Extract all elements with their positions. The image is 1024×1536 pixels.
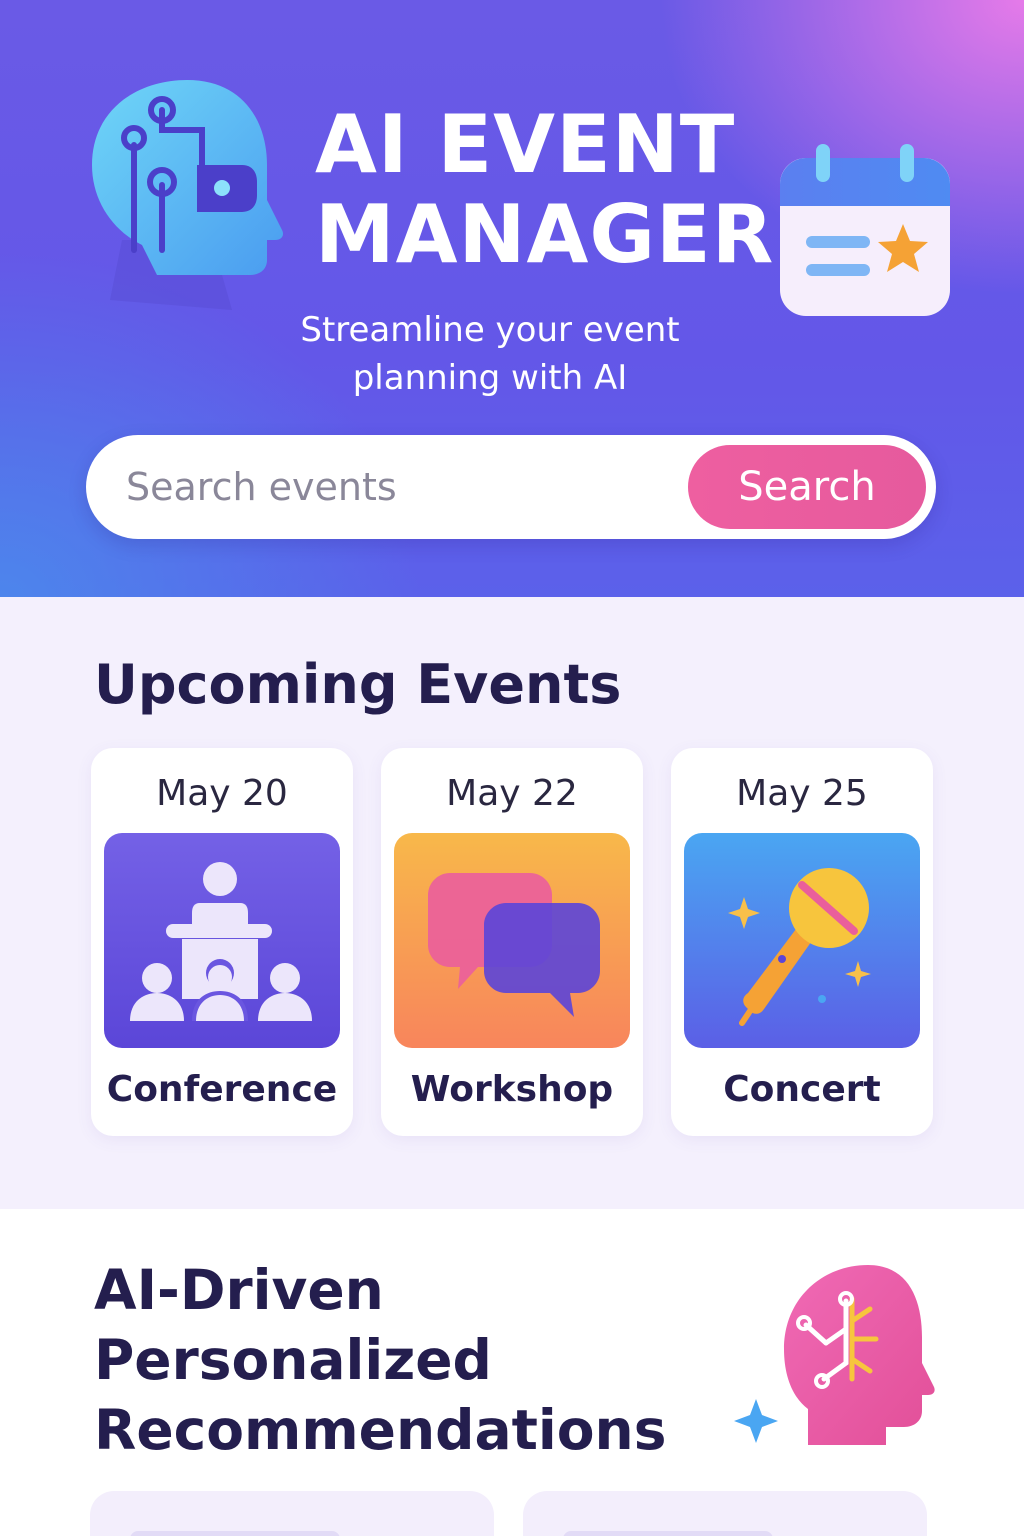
event-card-workshop[interactable]: May 22 Workshop bbox=[381, 748, 643, 1136]
search-bar: Search bbox=[86, 435, 936, 539]
search-button[interactable]: Search bbox=[684, 441, 930, 533]
recommendation-card[interactable] bbox=[90, 1491, 494, 1536]
event-date: May 25 bbox=[736, 773, 868, 814]
recommendation-placeholder bbox=[563, 1531, 773, 1536]
recommendations-section: AI-Driven Personalized Recommendations bbox=[0, 1209, 1024, 1536]
hero-header: AI EVENT MANAGER Streamline your event p… bbox=[0, 0, 1024, 597]
section-title-upcoming: Upcoming Events bbox=[94, 653, 622, 716]
upcoming-events-section: Upcoming Events May 20 Conference May 22… bbox=[0, 597, 1024, 1209]
ai-brain-icon bbox=[734, 1265, 935, 1445]
event-type-label: Workshop bbox=[410, 1069, 614, 1110]
app-subtitle: Streamline your event planning with AI bbox=[300, 310, 680, 398]
event-card-conference[interactable]: May 20 Conference bbox=[91, 748, 353, 1136]
event-type-label: Concert bbox=[723, 1069, 881, 1110]
conference-icon bbox=[104, 833, 340, 1048]
recommendation-placeholder bbox=[130, 1531, 340, 1536]
event-date: May 20 bbox=[156, 773, 288, 814]
event-date: May 22 bbox=[446, 773, 578, 814]
calendar-star-icon bbox=[780, 144, 950, 316]
event-card-concert[interactable]: May 25 Concert bbox=[671, 748, 933, 1136]
recommendation-card[interactable] bbox=[523, 1491, 927, 1536]
event-type-label: Conference bbox=[106, 1069, 338, 1110]
section-title-recommendations: AI-Driven Personalized Recommendations bbox=[94, 1258, 667, 1462]
ai-robot-head-icon bbox=[92, 80, 284, 310]
microphone-icon bbox=[684, 833, 920, 1048]
app-title: AI EVENT MANAGER bbox=[315, 98, 775, 281]
search-input[interactable] bbox=[126, 457, 666, 517]
chat-bubbles-icon bbox=[394, 833, 630, 1048]
